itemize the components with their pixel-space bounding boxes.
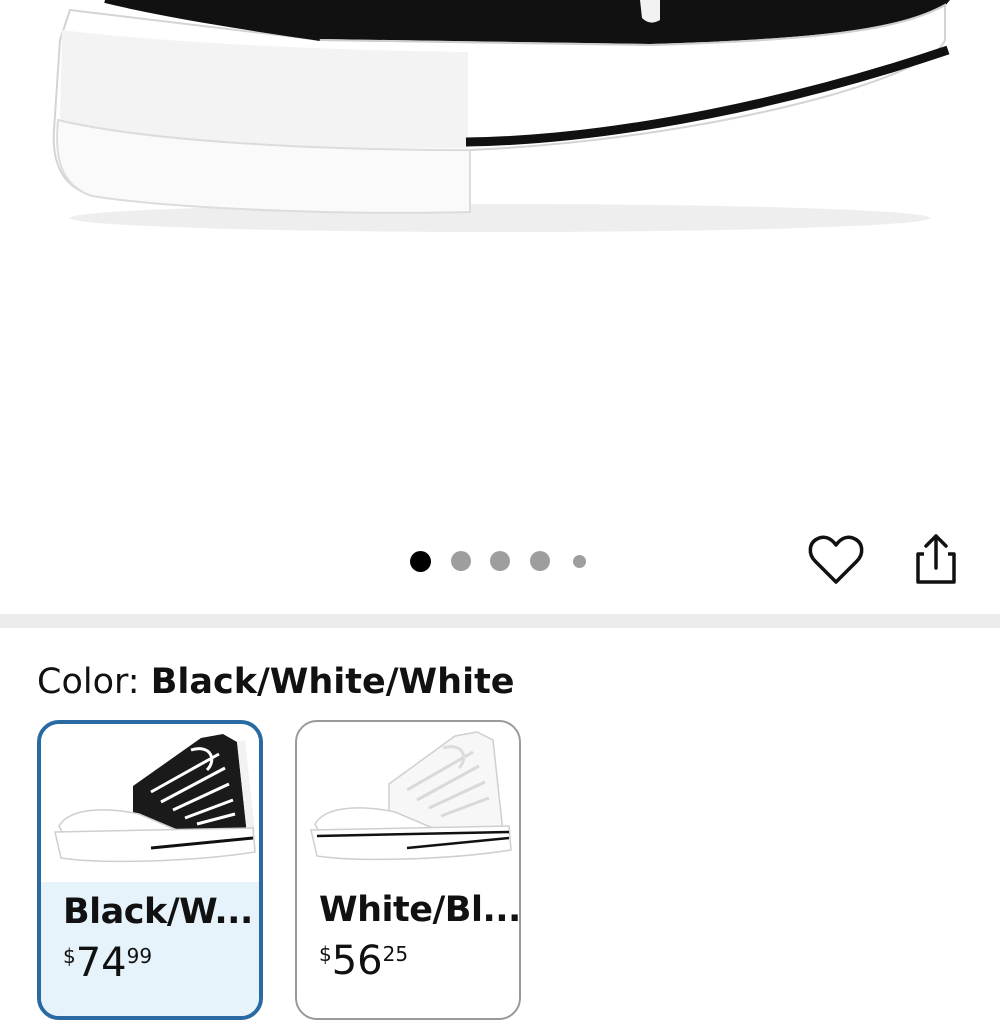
carousel-dot[interactable] [410,551,431,572]
swatch-thumbnail [41,724,259,882]
color-swatch-black-white[interactable]: Black/W... $7499 [37,720,263,1020]
carousel-dot[interactable] [573,555,586,568]
swatch-price: $7499 [63,940,152,986]
swatch-name: Black/W... [63,892,253,932]
swatch-info: White/Bl... $5625 [297,880,521,1018]
color-selection-label: Color: Black/White/White [37,662,515,702]
price-whole: 56 [331,938,383,984]
price-fraction: 25 [382,942,409,966]
product-image[interactable] [0,0,1000,612]
swatch-name: White/Bl... [319,890,521,930]
carousel-dot[interactable] [490,551,510,571]
selected-color-value: Black/White/White [150,662,515,702]
color-swatch-white-black[interactable]: White/Bl... $5625 [295,720,521,1020]
currency-symbol: $ [319,942,332,966]
price-whole: 74 [75,940,127,986]
carousel-dot[interactable] [451,551,471,571]
share-icon[interactable] [908,530,964,590]
swatch-info: Black/W... $7499 [41,882,259,1016]
currency-symbol: $ [63,944,76,968]
heart-outline-icon[interactable] [806,530,866,590]
color-label: Color: [37,662,151,702]
swatch-thumbnail [297,722,519,880]
section-divider [0,614,1000,628]
swatch-price: $5625 [319,938,408,984]
price-fraction: 99 [126,944,153,968]
carousel-dot[interactable] [530,551,550,571]
